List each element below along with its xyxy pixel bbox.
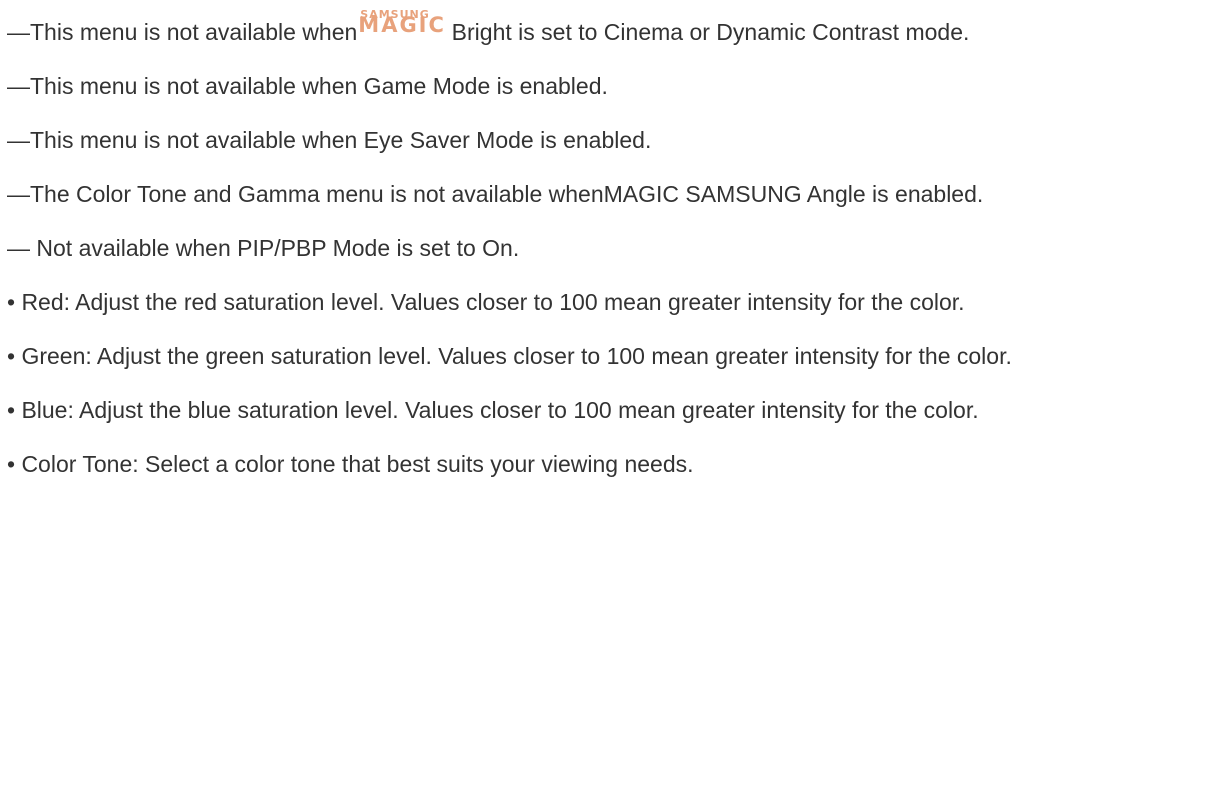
bullet-blue: • Blue: Adjust the blue saturation level… (7, 397, 979, 423)
note-magic-bright-before: —This menu is not available when (7, 19, 358, 45)
samsung-magic-logo: SAMSUNG MAGIC (357, 0, 445, 38)
bullet-green: • Green: Adjust the green saturation lev… (7, 343, 1012, 369)
note-magic-bright-after: Bright is set to Cinema or Dynamic Contr… (445, 19, 970, 45)
note-magic-bright: —This menu is not available when SAMSUNG M… (7, 8, 1226, 51)
bullet-red: • Red: Adjust the red saturation level. … (7, 289, 965, 315)
bullet-color-tone: • Color Tone: Select a color tone that b… (7, 451, 694, 477)
note-magic-angle: —The Color Tone and Gamma menu is not av… (7, 181, 984, 207)
note-pip-pbp: — Not available when PIP/PBP Mode is set… (7, 235, 520, 261)
document-page: —This menu is not available when SAMSUNG M… (0, 0, 1226, 805)
note-eye-saver: —This menu is not available when Eye Sav… (7, 127, 652, 153)
note-game-mode: —This menu is not available when Game Mo… (7, 73, 608, 99)
logo-magic-text: MAGIC (358, 13, 446, 37)
